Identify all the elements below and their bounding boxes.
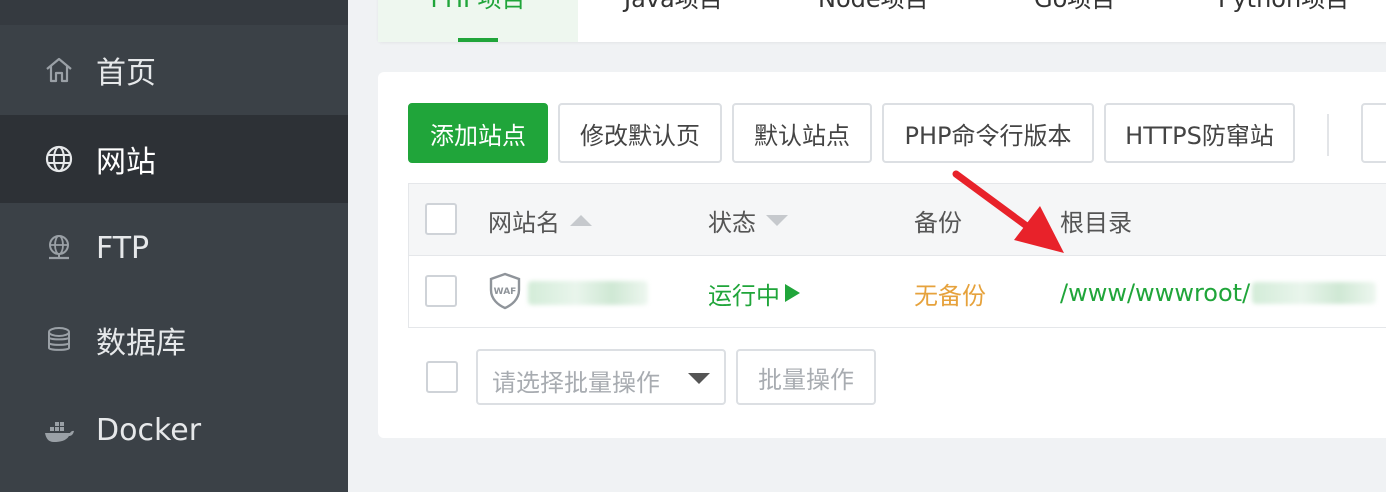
annotation-arrow bbox=[952, 170, 1064, 253]
